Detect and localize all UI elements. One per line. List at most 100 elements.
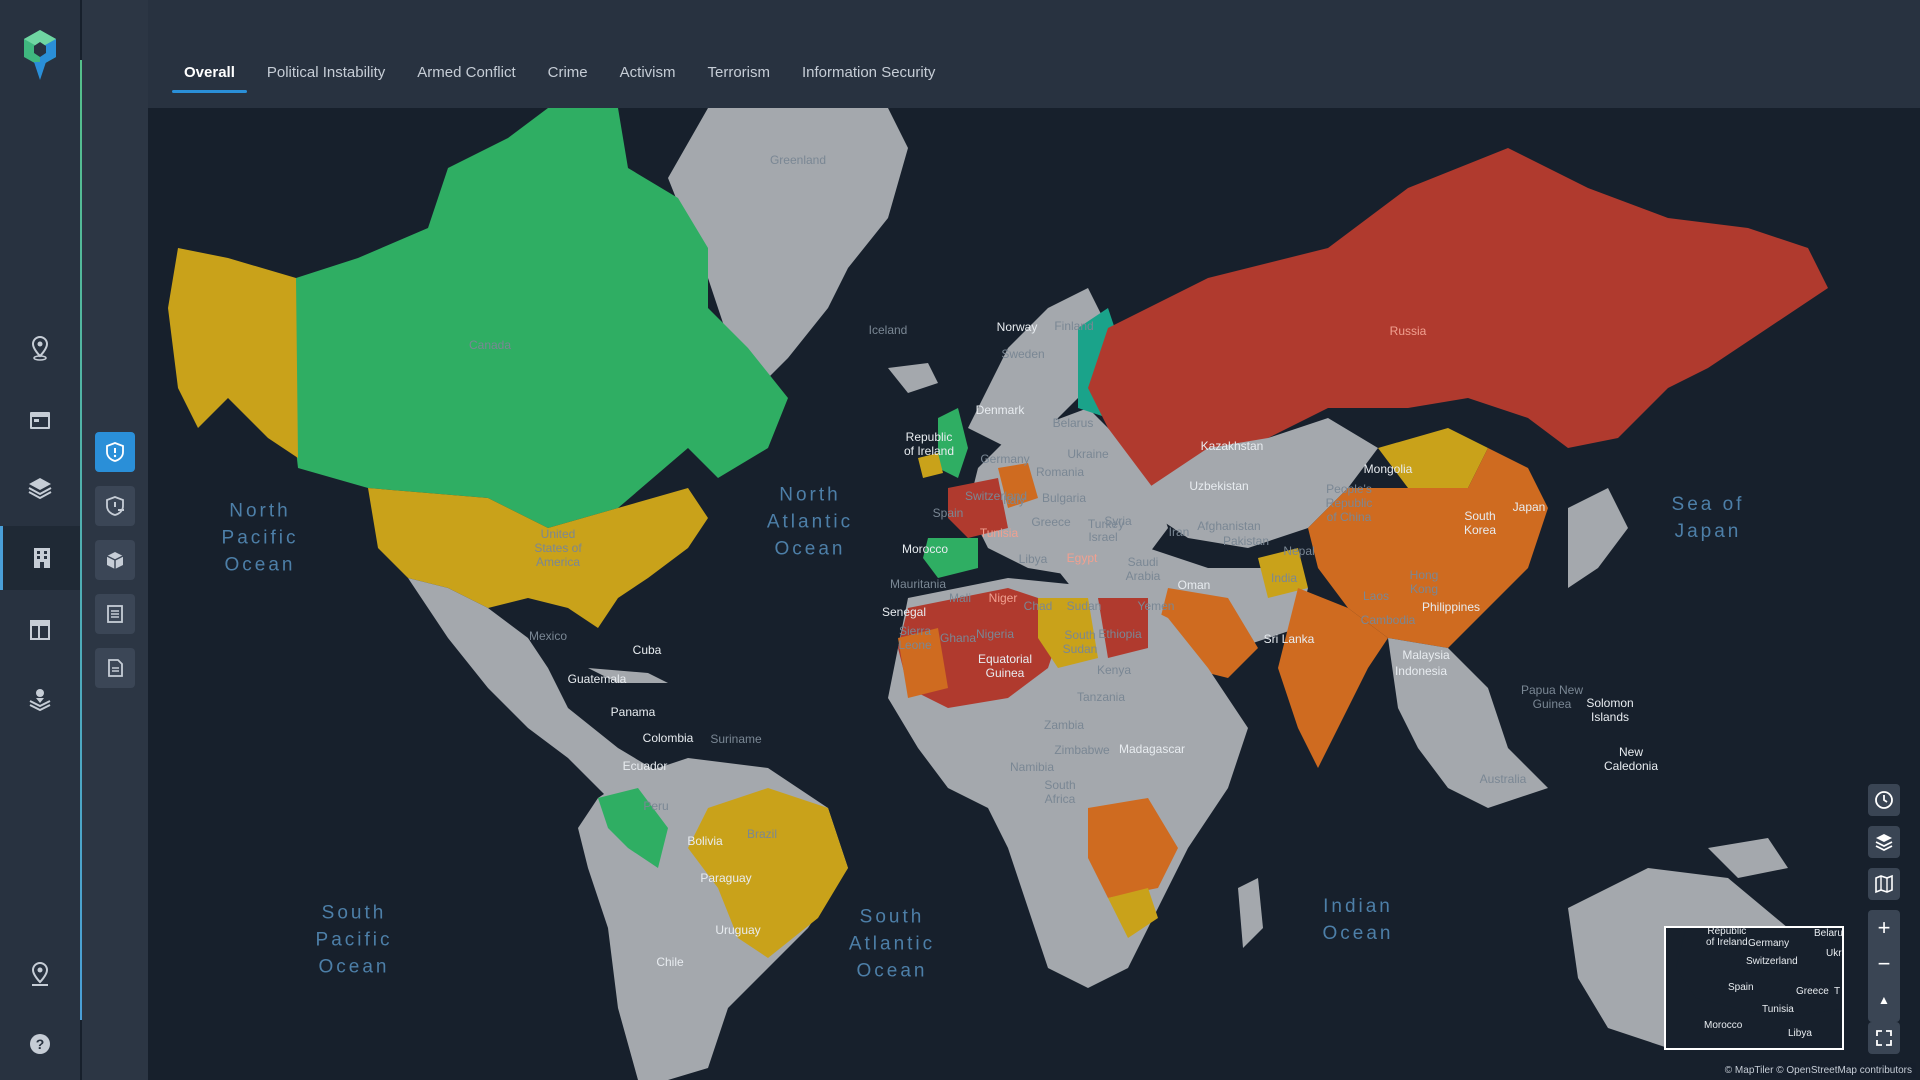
building-nav-button[interactable] — [0, 526, 80, 590]
country-label: Solomon Islands — [1586, 696, 1634, 724]
reports-list-button[interactable] — [95, 594, 135, 634]
risk-world-map[interactable]: North Pacific Ocean North Atlantic Ocean… — [148, 108, 1920, 1080]
ocean-label-sea-of-japan: Sea of Japan — [1671, 494, 1745, 542]
country-label: Mali — [948, 591, 972, 605]
shield-alert-icon — [106, 442, 124, 462]
minimap-label: Tunisia — [1762, 1004, 1794, 1015]
country-label: Indonesia — [1394, 664, 1448, 678]
country-label: Saudi Arabia — [1125, 555, 1161, 583]
tab-terrorism[interactable]: Terrorism — [691, 58, 786, 93]
map-pin-icon — [31, 335, 49, 361]
country-japan — [1568, 488, 1628, 588]
country-label: Namibia — [1009, 760, 1055, 774]
world-map-shapes[interactable] — [148, 108, 1920, 1080]
list-doc-icon — [107, 605, 123, 623]
help-icon: ? — [30, 1034, 50, 1054]
map-attribution: © MapTiler © OpenStreetMap contributors — [1720, 1063, 1916, 1078]
tab-information-security[interactable]: Information Security — [786, 58, 951, 93]
country-label: South Africa — [1044, 778, 1076, 806]
shield-list-icon — [106, 496, 124, 516]
country-mexico-central — [408, 578, 668, 808]
minimap-label: Libya — [1788, 1028, 1812, 1039]
country-label: Tanzania — [1076, 690, 1126, 704]
country-label: Morocco — [901, 542, 949, 556]
risk-category-header: Overall Political Instability Armed Conf… — [148, 0, 1920, 108]
country-label: Afghanistan — [1197, 519, 1261, 533]
country-label: Chad — [1023, 599, 1053, 613]
tab-armed-conflict[interactable]: Armed Conflict — [401, 58, 531, 93]
ocean-label-indian: Indian Ocean — [1322, 896, 1394, 944]
country-label: Guatemala — [567, 672, 627, 686]
country-label: Zimbabwe — [1054, 743, 1110, 757]
country-label: Ghana — [939, 631, 977, 645]
assets-button[interactable] — [95, 540, 135, 580]
country-label: Egypt — [1066, 551, 1098, 565]
zoom-in-button[interactable]: + — [1868, 910, 1900, 946]
country-label: Yemen — [1137, 599, 1175, 613]
app-logo-icon[interactable] — [20, 28, 60, 82]
country-label: People's Republic of China — [1325, 482, 1373, 524]
country-label: Chile — [656, 955, 684, 969]
country-label: Greenland — [769, 153, 827, 167]
fullscreen-button[interactable] — [1868, 1022, 1900, 1054]
country-label: Canada — [468, 338, 512, 352]
box-icon — [106, 552, 124, 569]
country-label: Mongolia — [1363, 462, 1413, 476]
country-label: Israel — [1088, 530, 1118, 544]
country-label: Italy — [1002, 493, 1026, 507]
layout-icon — [30, 620, 50, 640]
country-label: Australia — [1479, 772, 1527, 786]
tab-overall[interactable]: Overall — [168, 58, 251, 93]
risk-category-tabs: Overall Political Instability Armed Conf… — [168, 58, 951, 93]
country-label: Pakistan — [1222, 534, 1270, 548]
calendar-icon — [30, 412, 50, 429]
country-label: Norway — [996, 320, 1038, 334]
country-label: Iran — [1168, 525, 1190, 539]
country-label: India — [1270, 571, 1298, 585]
country-alaska — [168, 248, 298, 458]
country-label: Madagascar — [1118, 742, 1186, 756]
risk-overview-button[interactable] — [95, 432, 135, 472]
country-label: Republic of Ireland — [903, 430, 955, 458]
minimap-label: Spain — [1728, 982, 1754, 993]
minimap-label: Greece — [1796, 986, 1829, 997]
time-control-button[interactable] — [1868, 784, 1900, 816]
map-pin-nav-button[interactable] — [0, 316, 80, 380]
country-label: Belarus — [1052, 416, 1094, 430]
country-label: Peru — [643, 799, 669, 813]
risk-list-button[interactable] — [95, 486, 135, 526]
overview-minimap[interactable]: Republic of Ireland Germany Belaru Ukra … — [1664, 926, 1844, 1050]
minimap-label: Republic of Ireland — [1706, 926, 1748, 948]
document-button[interactable] — [95, 648, 135, 688]
country-iceland — [888, 363, 938, 393]
country-label: Libya — [1018, 552, 1048, 566]
country-label: Colombia — [642, 731, 694, 745]
layers-nav-button[interactable] — [0, 456, 80, 520]
location-nav-button[interactable] — [0, 942, 80, 1006]
zoom-controls: + − ▲ — [1868, 910, 1900, 1022]
minimap-label: T — [1834, 986, 1841, 997]
country-madagascar — [1238, 878, 1263, 948]
tab-crime[interactable]: Crime — [532, 58, 604, 93]
main-navigation-rail: ? — [0, 0, 80, 1080]
map-style-button[interactable] — [1868, 868, 1900, 900]
reset-north-button[interactable]: ▲ — [1868, 982, 1900, 1018]
tab-political-instability[interactable]: Political Instability — [251, 58, 401, 93]
calendar-nav-button[interactable] — [0, 388, 80, 452]
country-label: Tunisia — [979, 526, 1019, 540]
zoom-out-button[interactable]: − — [1868, 946, 1900, 982]
map-layers-button[interactable] — [1868, 826, 1900, 858]
ocean-label-north-pacific: North Pacific Ocean — [221, 500, 299, 576]
tab-activism[interactable]: Activism — [604, 58, 692, 93]
country-label: Sweden — [1001, 347, 1045, 361]
country-label: Ecuador — [622, 759, 668, 773]
minimap-label: Switzerland — [1746, 956, 1798, 967]
stack-pin-nav-button[interactable] — [0, 668, 80, 732]
country-label: Romania — [1035, 465, 1085, 479]
document-icon — [108, 659, 123, 677]
help-nav-button[interactable]: ? — [0, 1012, 80, 1076]
stack-pin-icon — [29, 689, 51, 712]
country-label: Bulgaria — [1041, 491, 1087, 505]
layout-nav-button[interactable] — [0, 598, 80, 662]
minimap-label: Germany — [1748, 938, 1790, 949]
